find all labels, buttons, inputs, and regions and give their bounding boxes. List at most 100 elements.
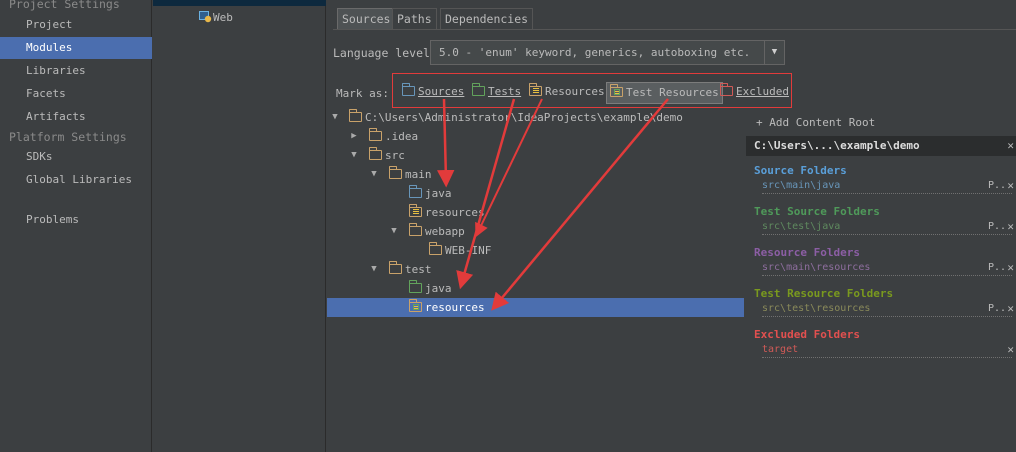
tree-row-main[interactable]: ▼ main bbox=[327, 165, 744, 184]
section-folder-path[interactable]: target bbox=[762, 344, 798, 355]
mark-sources-button[interactable]: Sources bbox=[399, 82, 467, 104]
content-root-path: C:\Users\...\example\demo bbox=[754, 139, 920, 152]
section-folder-path[interactable]: src\test\resources bbox=[762, 303, 870, 314]
resources-folder-icon bbox=[528, 83, 542, 96]
web-facet-label: Web bbox=[213, 11, 233, 24]
tree-row-test[interactable]: ▼ test bbox=[327, 260, 744, 279]
tree-row-webapp[interactable]: ▼ webapp bbox=[327, 222, 744, 241]
mark-excluded-button[interactable]: Excluded bbox=[717, 82, 792, 104]
package-prefix-button[interactable]: P.. bbox=[988, 221, 1006, 232]
module-web-facet[interactable]: Web bbox=[199, 10, 233, 26]
mark-resources-label: Resources bbox=[545, 85, 605, 98]
tree-label-webinf: WEB-INF bbox=[445, 244, 492, 257]
folder-icon bbox=[408, 223, 422, 236]
expand-arrow-icon[interactable]: ▼ bbox=[369, 165, 379, 184]
web-facet-icon bbox=[199, 11, 212, 23]
section-folder-path[interactable]: src\test\java bbox=[762, 221, 840, 232]
tab-sources[interactable]: Sources bbox=[337, 8, 396, 30]
selected-module-row[interactable] bbox=[153, 0, 326, 6]
source-folder-icon bbox=[408, 185, 422, 198]
resource-folder-icon bbox=[408, 204, 422, 217]
tree-label-main-resources: resources bbox=[425, 206, 485, 219]
section-folder-path[interactable]: src\main\resources bbox=[762, 262, 870, 273]
add-content-root-button[interactable]: + Add Content Root bbox=[756, 116, 875, 129]
test-folder-icon bbox=[408, 280, 422, 293]
remove-folder-icon[interactable]: ✕ bbox=[1007, 179, 1014, 192]
nav-item-project[interactable]: Project bbox=[0, 14, 152, 36]
section-title: Source Folders bbox=[754, 164, 847, 177]
section-separator bbox=[762, 316, 1012, 317]
tree-label-test-resources: resources bbox=[425, 301, 485, 314]
folder-icon bbox=[348, 109, 362, 122]
remove-folder-icon[interactable]: ✕ bbox=[1007, 220, 1014, 233]
tree-label-main: main bbox=[405, 168, 432, 181]
package-prefix-button[interactable]: P.. bbox=[988, 262, 1006, 273]
test-resource-folder-icon bbox=[408, 299, 422, 312]
remove-root-icon[interactable]: ✕ bbox=[1007, 136, 1014, 156]
tree-label-src: src bbox=[385, 149, 405, 162]
tree-label-root: C:\Users\Administrator\IdeaProjects\exam… bbox=[365, 111, 683, 124]
module-content: Sources Paths Dependencies Language leve… bbox=[327, 0, 1016, 452]
project-settings-heading: Project Settings bbox=[9, 0, 120, 11]
tree-label-main-java: java bbox=[425, 187, 452, 200]
mark-test-resources-button[interactable]: Test Resources bbox=[606, 82, 723, 104]
section-separator bbox=[762, 275, 1012, 276]
remove-folder-icon[interactable]: ✕ bbox=[1007, 343, 1014, 356]
content-root-panel: + Add Content Root C:\Users\...\example\… bbox=[746, 108, 1016, 452]
remove-folder-icon[interactable]: ✕ bbox=[1007, 302, 1014, 315]
tab-divider bbox=[333, 29, 1016, 30]
nav-item-libraries[interactable]: Libraries bbox=[0, 60, 152, 82]
expand-arrow-icon[interactable]: ▼ bbox=[330, 108, 340, 127]
section-folder-path[interactable]: src\main\java bbox=[762, 180, 840, 191]
settings-nav: Project Settings Project Modules Librari… bbox=[0, 0, 152, 452]
expand-arrow-icon[interactable]: ▼ bbox=[369, 260, 379, 279]
nav-item-artifacts[interactable]: Artifacts bbox=[0, 106, 152, 128]
tree-label-test: test bbox=[405, 263, 432, 276]
sources-folder-icon bbox=[401, 83, 415, 96]
mark-tests-button[interactable]: Tests bbox=[469, 82, 524, 104]
expand-arrow-icon[interactable]: ▼ bbox=[349, 146, 359, 165]
language-level-select[interactable]: 5.0 - 'enum' keyword, generics, autoboxi… bbox=[430, 40, 785, 65]
nav-item-problems[interactable]: Problems bbox=[0, 209, 152, 231]
folder-icon bbox=[388, 166, 402, 179]
tree-row-main-resources[interactable]: resources bbox=[327, 203, 744, 222]
content-root-header: C:\Users\...\example\demo ✕ bbox=[746, 136, 1016, 156]
nav-item-facets[interactable]: Facets bbox=[0, 83, 152, 105]
tree-row-src[interactable]: ▼ src bbox=[327, 146, 744, 165]
tree-label-webapp: webapp bbox=[425, 225, 465, 238]
tree-row-main-java[interactable]: java bbox=[327, 184, 744, 203]
content-root-tree: ▼ C:\Users\Administrator\IdeaProjects\ex… bbox=[327, 108, 744, 452]
folder-icon bbox=[368, 147, 382, 160]
section-title: Resource Folders bbox=[754, 246, 860, 259]
tab-paths[interactable]: Paths bbox=[392, 8, 437, 30]
section-title: Excluded Folders bbox=[754, 328, 860, 341]
nav-item-modules[interactable]: Modules bbox=[0, 37, 152, 59]
tree-label-test-java: java bbox=[425, 282, 452, 295]
language-level-value: 5.0 - 'enum' keyword, generics, autoboxi… bbox=[439, 46, 751, 59]
dropdown-arrow-icon[interactable]: ▼ bbox=[764, 41, 784, 64]
remove-folder-icon[interactable]: ✕ bbox=[1007, 261, 1014, 274]
nav-item-sdks[interactable]: SDKs bbox=[0, 146, 152, 168]
package-prefix-button[interactable]: P.. bbox=[988, 180, 1006, 191]
tree-label-idea: .idea bbox=[385, 130, 419, 143]
mark-as-highlight-box: Sources Tests Resources Test Resources E… bbox=[392, 73, 792, 108]
package-prefix-button[interactable]: P.. bbox=[988, 303, 1006, 314]
tab-dependencies[interactable]: Dependencies bbox=[440, 8, 534, 30]
tree-row-test-java[interactable]: java bbox=[327, 279, 744, 298]
expand-arrow-icon[interactable]: ▼ bbox=[389, 222, 399, 241]
tree-row-root[interactable]: ▼ C:\Users\Administrator\IdeaProjects\ex… bbox=[327, 108, 744, 127]
mark-sources-label: Sources bbox=[418, 85, 465, 98]
collapse-arrow-icon[interactable]: ▶ bbox=[349, 127, 359, 146]
section-separator bbox=[762, 357, 1012, 358]
excluded-folder-icon bbox=[719, 83, 733, 96]
tree-row-test-resources[interactable]: resources bbox=[327, 298, 744, 317]
nav-item-global-libraries[interactable]: Global Libraries bbox=[0, 169, 152, 191]
mark-resources-button[interactable]: Resources bbox=[526, 82, 608, 104]
tree-row-webinf[interactable]: WEB-INF bbox=[327, 241, 744, 260]
section-title: Test Resource Folders bbox=[754, 287, 894, 300]
mark-tests-label: Tests bbox=[488, 85, 522, 98]
folder-icon bbox=[428, 242, 442, 255]
test-resources-folder-icon bbox=[609, 84, 623, 97]
tests-folder-icon bbox=[471, 83, 485, 96]
tree-row-idea[interactable]: ▶ .idea bbox=[327, 127, 744, 146]
